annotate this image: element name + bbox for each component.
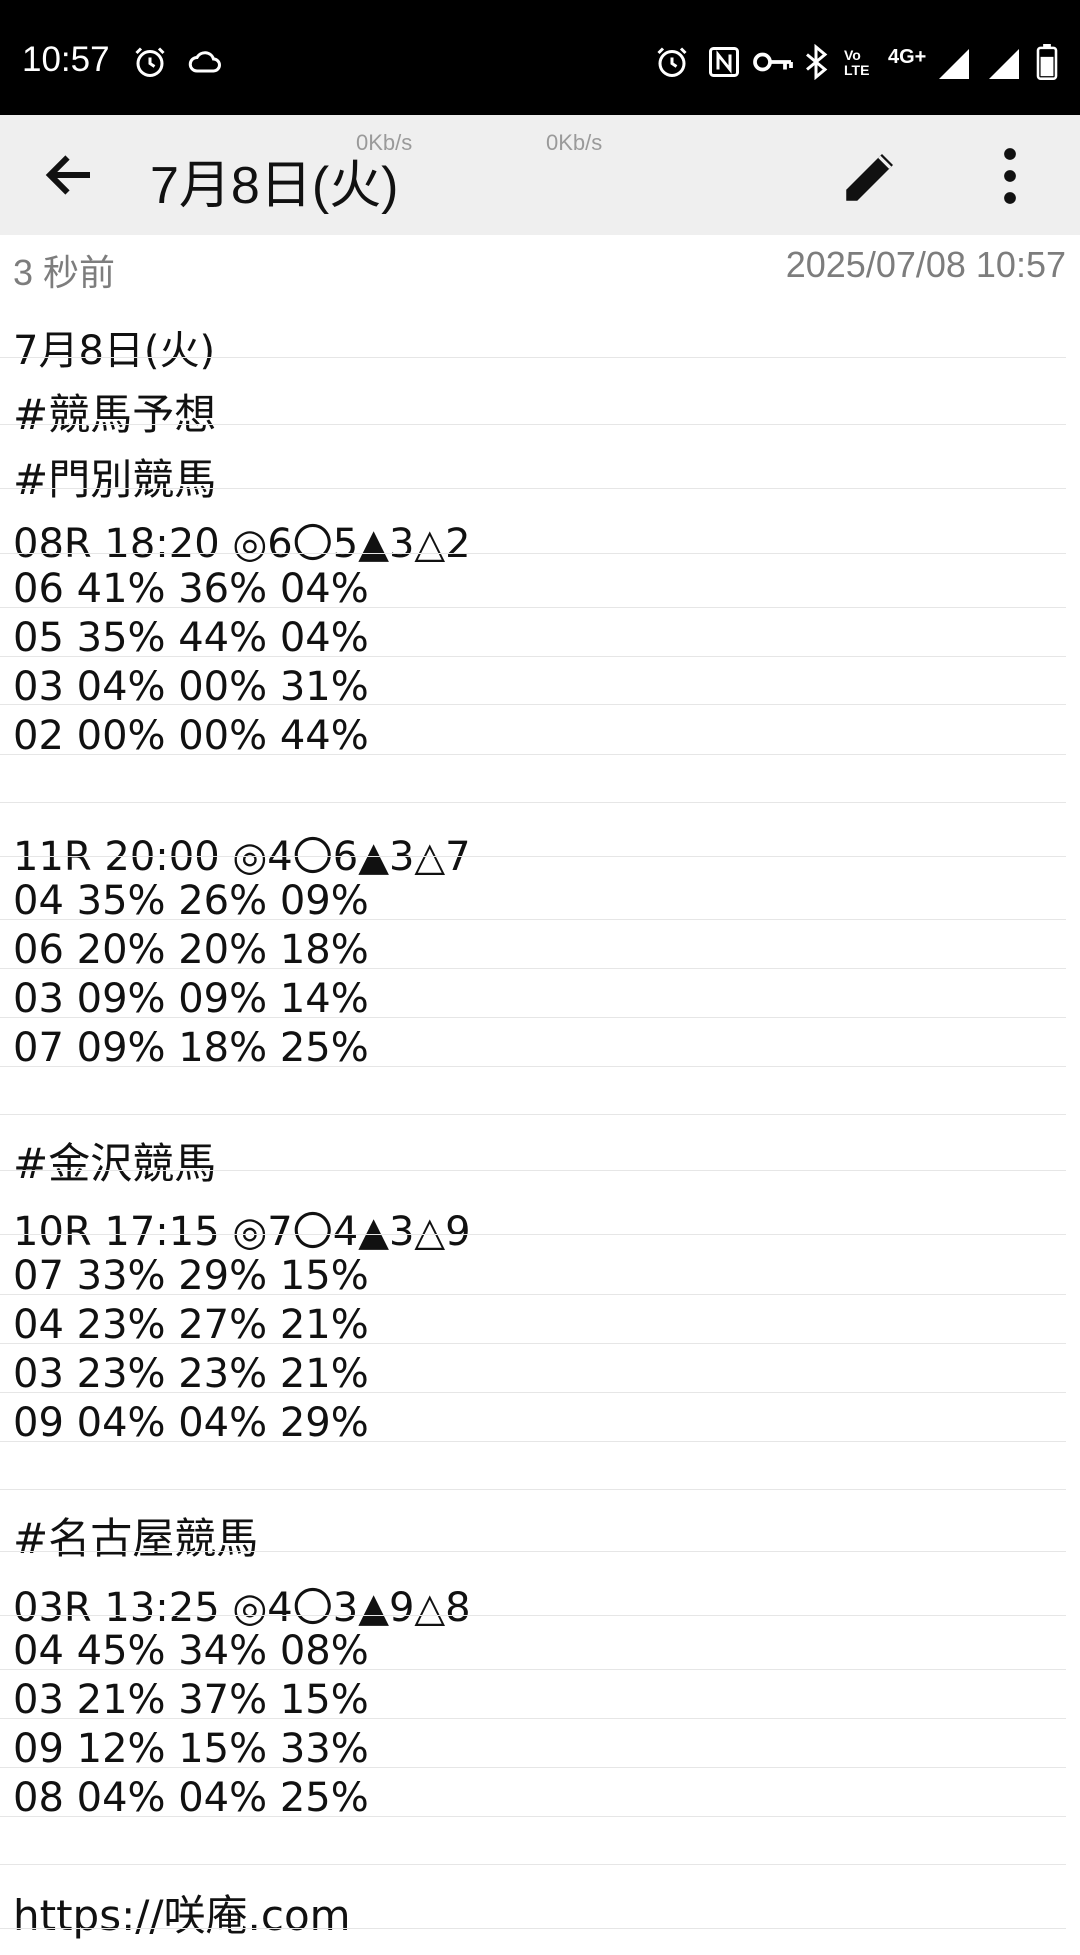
bluetooth-icon: [798, 43, 834, 81]
note-line: #金沢競馬: [13, 1139, 217, 1188]
timestamp: 2025/07/08 10:57: [785, 244, 1066, 285]
note-line: 06 41% 36% 04%: [13, 566, 369, 612]
note-line: 09 04% 04% 29%: [13, 1400, 369, 1446]
note-line: 02 00% 00% 44%: [13, 713, 369, 759]
line-divider: [0, 802, 1066, 803]
note-line: 07 09% 18% 25%: [13, 1025, 369, 1071]
note-line: 10R 17:15 ◎7〇4▲3△9: [13, 1209, 471, 1255]
signal-icon: [936, 46, 972, 82]
line-divider: [0, 919, 1066, 920]
note-line: 03 21% 37% 15%: [13, 1677, 369, 1723]
status-bar: 10:57 Vo LTE 4G+: [0, 0, 1080, 115]
alarm-icon: [132, 44, 168, 80]
line-divider: [0, 856, 1066, 857]
note-line: 08R 18:20 ◎6〇5▲3△2: [13, 521, 471, 567]
line-divider: [0, 968, 1066, 969]
line-divider: [0, 1718, 1066, 1719]
arrow-left-icon: [45, 155, 90, 195]
note-line: 03 09% 09% 14%: [13, 976, 369, 1022]
note-line: 05 35% 44% 04%: [13, 615, 369, 661]
net-speed-label: 0Kb/s: [356, 130, 413, 155]
note-line: #競馬予想: [13, 390, 217, 439]
app-bar: 7月8日(火) 0Kb/s 0Kb/s: [0, 115, 1080, 235]
line-divider: [0, 357, 1066, 358]
4g-plus-icon: 4G+: [888, 46, 927, 68]
back-button[interactable]: [36, 145, 104, 205]
alarm-icon: [654, 44, 690, 80]
note-line: 08 04% 04% 25%: [13, 1775, 369, 1821]
more-options-button[interactable]: [988, 143, 1032, 209]
more-vert-icon: [1004, 148, 1016, 204]
volte-icon: Vo LTE: [844, 47, 870, 78]
line-divider: [0, 656, 1066, 657]
nfc-icon: [706, 44, 742, 80]
line-divider: [0, 1017, 1066, 1018]
line-divider: [0, 704, 1066, 705]
line-divider: [0, 1669, 1066, 1670]
line-divider: [0, 1392, 1066, 1393]
note-line: 04 45% 34% 08%: [13, 1628, 369, 1674]
note-line: 7月8日(火): [13, 328, 216, 374]
line-divider: [0, 607, 1066, 608]
line-divider: [0, 1928, 1066, 1929]
note-line: 03 23% 23% 21%: [13, 1351, 369, 1397]
line-divider: [0, 1170, 1066, 1171]
note-line: 06 20% 20% 18%: [13, 927, 369, 973]
line-divider: [0, 1441, 1066, 1442]
status-time: 10:57: [22, 40, 110, 79]
line-divider: [0, 1551, 1066, 1552]
line-divider: [0, 424, 1066, 425]
note-line: 03R 13:25 ◎4〇3▲9△8: [13, 1585, 471, 1631]
line-divider: [0, 1816, 1066, 1817]
battery-icon: [1034, 44, 1060, 80]
line-divider: [0, 1767, 1066, 1768]
cloud-icon: [188, 44, 224, 80]
note-line: 11R 20:00 ◎4〇6▲3△7: [13, 834, 471, 880]
line-divider: [0, 1066, 1066, 1067]
line-divider: [0, 1294, 1066, 1295]
note-line: #門別競馬: [13, 455, 217, 504]
note-line: https://咲庵.com: [13, 1891, 351, 1940]
signal-icon: [986, 46, 1022, 82]
line-divider: [0, 553, 1066, 554]
edit-button[interactable]: [838, 143, 904, 209]
net-speed-label: 0Kb/s: [546, 130, 603, 155]
note-line: #名古屋競馬: [13, 1514, 259, 1563]
line-divider: [0, 1234, 1066, 1235]
line-divider: [0, 1489, 1066, 1490]
note-line: 04 35% 26% 09%: [13, 878, 369, 924]
line-divider: [0, 488, 1066, 489]
line-divider: [0, 1343, 1066, 1344]
vpn-key-icon: [752, 44, 794, 80]
line-divider: [0, 754, 1066, 755]
line-divider: [0, 1114, 1066, 1115]
note-line: 09 12% 15% 33%: [13, 1726, 369, 1772]
line-divider: [0, 1615, 1066, 1616]
pencil-icon: [846, 154, 893, 201]
note-line: 04 23% 27% 21%: [13, 1302, 369, 1348]
note-line: 07 33% 29% 15%: [13, 1253, 369, 1299]
relative-time: 3 秒前: [13, 252, 116, 293]
line-divider: [0, 1864, 1066, 1865]
